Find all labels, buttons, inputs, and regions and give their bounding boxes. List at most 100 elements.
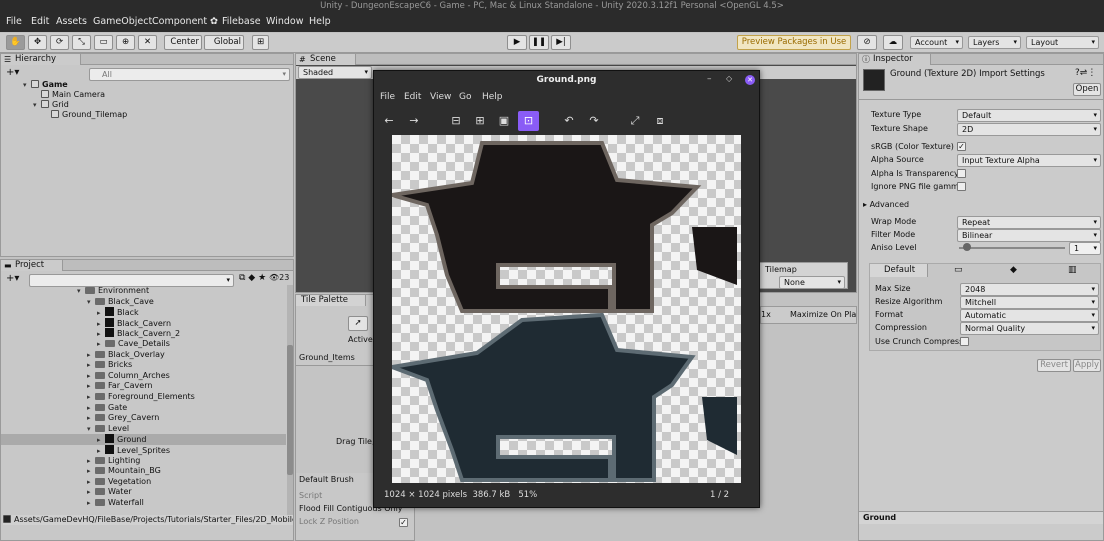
viewer-menu-go[interactable]: Go [459, 92, 471, 102]
aniso-slider[interactable] [959, 247, 1065, 249]
project-tree-item[interactable]: ▸ Column_Arches [1, 371, 286, 381]
fullscreen-icon[interactable]: ⤢ [628, 114, 642, 128]
tab-hierarchy[interactable]: ☰ Hierarchy [1, 54, 81, 65]
project-tree-item[interactable]: ▸ Ground [1, 434, 286, 446]
project-tree-item[interactable]: ▸ Lighting [1, 456, 286, 466]
rotate-right-icon[interactable]: ↷ [587, 114, 601, 128]
chevron-right-icon[interactable]: ▸ [87, 477, 95, 487]
tab-default-platform[interactable]: Default [870, 264, 928, 277]
hierarchy-item[interactable]: Ground_Tilemap [51, 110, 127, 120]
layout-dropdown[interactable]: Layout [1026, 36, 1099, 49]
alpha-transparency-checkbox[interactable] [957, 169, 966, 178]
project-tree-item[interactable]: ▸ Waterfall [1, 498, 286, 508]
chevron-right-icon[interactable]: ▸ [87, 392, 95, 402]
aniso-level-input[interactable]: 1 [1069, 242, 1101, 255]
chevron-right-icon[interactable]: ▸ [97, 435, 105, 445]
chevron-down-icon[interactable]: ▾ [87, 297, 95, 307]
monitor-icon[interactable]: ▭ [954, 265, 963, 275]
slideshow-icon[interactable]: ⧈ [653, 114, 667, 128]
back-arrow-icon[interactable]: ← [382, 114, 396, 128]
viewer-menu-file[interactable]: File [380, 92, 395, 102]
palette-dropdown[interactable]: Ground_Items [299, 353, 355, 363]
filter-icon[interactable]: ⧉ ◆ ★ [239, 273, 266, 283]
move-tool-icon[interactable]: ✥ [28, 35, 47, 50]
menu-filebase[interactable]: Filebase [222, 16, 261, 27]
resize-algorithm-dropdown[interactable]: Mitchell [960, 296, 1099, 309]
pause-button[interactable]: ❚❚ [529, 35, 549, 50]
account-dropdown[interactable]: Account [910, 36, 963, 49]
viewer-menu-edit[interactable]: Edit [404, 92, 421, 102]
project-tree-item[interactable]: ▸ Mountain_BG [1, 466, 286, 476]
tab-scene[interactable]: # Scene [296, 54, 356, 65]
project-tree-item[interactable]: ▸ Water [1, 487, 286, 497]
menu-component[interactable]: Component [152, 16, 207, 27]
chevron-right-icon[interactable]: ▸ [87, 456, 95, 466]
project-tree-item[interactable]: ▸ Black [1, 307, 286, 318]
hierarchy-item[interactable]: Main Camera [41, 90, 105, 100]
chevron-right-icon[interactable]: ▸ [97, 446, 105, 456]
chevron-right-icon[interactable]: ▸ [87, 498, 95, 508]
shading-dropdown[interactable]: Shaded [298, 66, 372, 79]
chevron-right-icon[interactable]: ▸ [97, 308, 105, 318]
menu-gameobject[interactable]: GameObject [93, 16, 152, 27]
tilemap-focus-dropdown[interactable]: None [779, 276, 845, 289]
custom-tool-icon[interactable]: ✕ [138, 35, 157, 50]
chevron-right-icon[interactable]: ▸ [87, 360, 95, 370]
apply-button[interactable]: Apply [1073, 359, 1101, 372]
project-tree-item[interactable]: ▸ Grey_Cavern [1, 413, 286, 423]
chevron-right-icon[interactable]: ▸ [97, 319, 105, 329]
project-tree-item[interactable]: ▸ Cave_Details [1, 339, 286, 349]
tab-inspector[interactable]: ⓘ Inspector [859, 54, 931, 65]
menu-window[interactable]: Window [266, 16, 303, 27]
image-canvas[interactable] [384, 135, 741, 483]
pivot-global-button[interactable]: Global [204, 35, 244, 50]
compression-dropdown[interactable]: Normal Quality [960, 322, 1099, 335]
webgl-icon[interactable]: ▥ [1068, 265, 1077, 275]
project-tree-item[interactable]: ▸ Foreground_Elements [1, 392, 286, 402]
chevron-right-icon[interactable]: ▸ [87, 466, 95, 476]
aniso-slider-handle[interactable] [963, 243, 971, 251]
chevron-right-icon[interactable]: ▸ [87, 381, 95, 391]
hierarchy-search-input[interactable]: All [89, 68, 290, 81]
add-icon[interactable]: +▾ [6, 67, 19, 78]
menu-help[interactable]: Help [309, 16, 331, 27]
menu-file[interactable]: File [6, 16, 22, 27]
preview-packages-button[interactable]: Preview Packages in Use [737, 35, 851, 50]
android-icon[interactable]: ◆ [1010, 265, 1017, 275]
zoom-in-icon[interactable]: ⊞ [473, 114, 487, 128]
project-tree-item[interactable]: ▸ Gate [1, 403, 286, 413]
format-dropdown[interactable]: Automatic [960, 309, 1099, 322]
advanced-foldout[interactable]: ▸ Advanced [863, 200, 909, 210]
project-tree-item[interactable]: ▸ Black_Cavern_2 [1, 328, 286, 339]
minimize-icon[interactable]: – [707, 74, 712, 84]
alpha-source-dropdown[interactable]: Input Texture Alpha [957, 154, 1101, 167]
add-icon[interactable]: +▾ [6, 273, 19, 284]
chevron-right-icon[interactable]: ▸ [87, 371, 95, 381]
lock-z-checkbox[interactable]: ✓ [399, 518, 408, 527]
chevron-down-icon[interactable]: ▾ [87, 424, 95, 434]
texture-shape-dropdown[interactable]: 2D [957, 123, 1101, 136]
project-tree-item[interactable]: ▸ Black_Cavern [1, 317, 286, 329]
tab-tile-palette[interactable]: Tile Palette [296, 295, 366, 306]
tab-project[interactable]: ▬ Project [1, 260, 63, 271]
zoom-original-icon[interactable]: ⊡ [518, 111, 539, 131]
chevron-right-icon[interactable]: ▸ [97, 329, 105, 339]
select-tool-icon[interactable]: ➚ [348, 316, 368, 331]
preview-bar[interactable]: Ground [859, 511, 1103, 524]
scene-root[interactable]: ▾ Game [23, 80, 68, 90]
srgb-checkbox[interactable]: ✓ [957, 142, 966, 151]
wrap-mode-dropdown[interactable]: Repeat [957, 216, 1101, 229]
project-tree-item[interactable]: ▸ Black_Overlay [1, 350, 286, 360]
texture-type-dropdown[interactable]: Default [957, 109, 1101, 122]
revert-button[interactable]: Revert [1037, 359, 1071, 372]
scale-tool-icon[interactable]: ⤡ [72, 35, 91, 50]
hand-tool-icon[interactable]: ✋ [6, 35, 25, 50]
project-tree-item[interactable]: ▸ Vegetation [1, 477, 286, 487]
forward-arrow-icon[interactable]: → [407, 114, 421, 128]
chevron-right-icon[interactable]: ▸ [87, 350, 95, 360]
maximize-icon[interactable]: ◇ [726, 74, 732, 83]
viewer-menu-help[interactable]: Help [482, 92, 503, 102]
zoom-out-icon[interactable]: ⊟ [449, 114, 463, 128]
rect-tool-icon[interactable]: ▭ [94, 35, 113, 50]
maximize-on-play-button[interactable]: Maximize On Play [790, 310, 856, 320]
